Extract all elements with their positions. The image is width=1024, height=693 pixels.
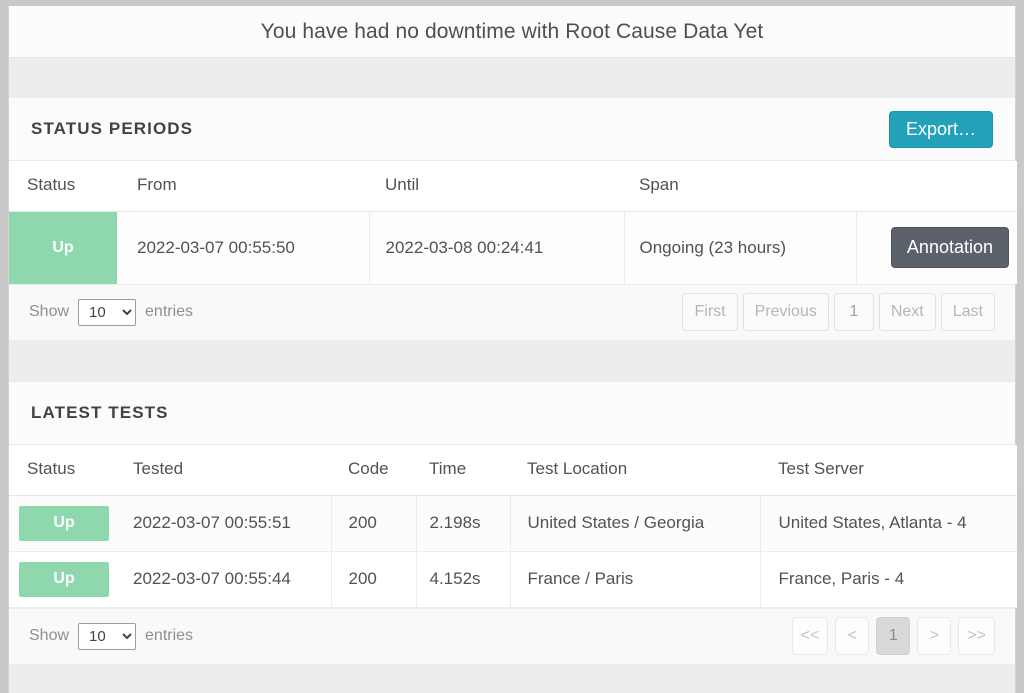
entries-per-page-select[interactable]: 1025 50100 bbox=[78, 298, 137, 326]
cell-actions: Annotation bbox=[856, 211, 1017, 284]
latest-tests-footer: Show 1025 50100 entries << < 1 > >> bbox=[9, 607, 1015, 664]
pagination-next[interactable]: Next bbox=[878, 293, 936, 331]
latest-tests-table: Status Tested Code Time Test Location Te… bbox=[9, 444, 1017, 608]
status-periods-header: STATUS PERIODS Export… bbox=[9, 98, 1015, 161]
pagination-page-1[interactable]: 1 bbox=[876, 617, 911, 655]
cell-code: 200 bbox=[331, 495, 417, 552]
latest-tests-show-entries: Show 1025 50100 entries bbox=[29, 622, 194, 650]
cell-time: 4.152s bbox=[416, 551, 511, 608]
cell-until: 2022-03-08 00:24:41 bbox=[369, 211, 625, 284]
status-periods-title: STATUS PERIODS bbox=[31, 119, 194, 138]
cell-status: Up bbox=[9, 495, 113, 552]
downtime-banner-message: You have had no downtime with Root Cause… bbox=[260, 19, 764, 43]
column-header-tested: Tested bbox=[113, 444, 331, 496]
pagination-last[interactable]: Last bbox=[940, 293, 995, 331]
cell-time: 2.198s bbox=[416, 495, 511, 552]
pagination-first-icon[interactable]: << bbox=[791, 617, 829, 655]
cell-from: 2022-03-07 00:55:50 bbox=[117, 211, 370, 284]
cell-tested: 2022-03-07 00:55:44 bbox=[113, 551, 332, 608]
pagination-next-icon[interactable]: > bbox=[917, 617, 952, 655]
status-periods-card: STATUS PERIODS Export… Status From Until… bbox=[9, 98, 1017, 340]
latest-tests-header: LATEST TESTS bbox=[9, 381, 1015, 445]
pagination-last-icon[interactable]: >> bbox=[958, 617, 995, 655]
status-badge: Up bbox=[19, 561, 109, 597]
column-header-time: Time bbox=[416, 444, 510, 496]
latest-tests-pagination: << < 1 > >> bbox=[785, 617, 995, 655]
cell-test-server: United States, Atlanta - 4 bbox=[760, 495, 1017, 552]
column-header-until: Until bbox=[369, 161, 624, 212]
status-badge: Up bbox=[9, 211, 117, 284]
cell-status: Up bbox=[9, 551, 113, 608]
column-header-span: Span bbox=[624, 161, 856, 212]
status-periods-show-entries: Show 1025 50100 entries bbox=[29, 298, 194, 326]
cell-tested: 2022-03-07 00:55:51 bbox=[113, 495, 332, 552]
cell-span: Ongoing (23 hours) bbox=[624, 211, 857, 284]
column-header-code: Code bbox=[331, 444, 416, 496]
status-periods-table: Status From Until Span Up 2022-03-07 00:… bbox=[9, 161, 1017, 284]
status-periods-table-head: Status From Until Span bbox=[9, 161, 1017, 212]
table-header-row: Status From Until Span bbox=[9, 161, 1017, 212]
column-header-test-location: Test Location bbox=[510, 444, 760, 496]
cell-test-location: France / Paris bbox=[510, 551, 761, 608]
table-header-row: Status Tested Code Time Test Location Te… bbox=[9, 444, 1017, 496]
status-periods-table-body: Up 2022-03-07 00:55:50 2022-03-08 00:24:… bbox=[9, 211, 1017, 284]
column-header-from: From bbox=[117, 161, 369, 212]
pagination-previous[interactable]: Previous bbox=[742, 293, 829, 331]
cell-code: 200 bbox=[331, 551, 417, 608]
pagination-previous-icon[interactable]: < bbox=[835, 617, 870, 655]
export-button[interactable]: Export… bbox=[888, 110, 993, 148]
table-row: Up 2022-03-07 00:55:44 200 4.152s France… bbox=[9, 551, 1017, 608]
downtime-banner: You have had no downtime with Root Cause… bbox=[9, 6, 1015, 58]
spacer-top bbox=[9, 58, 1015, 98]
entries-label: entries bbox=[145, 627, 194, 644]
latest-tests-table-body: Up 2022-03-07 00:55:51 200 2.198s United… bbox=[9, 495, 1017, 608]
status-periods-footer: Show 1025 50100 entries First Previous 1… bbox=[9, 283, 1015, 340]
pagination-first[interactable]: First bbox=[682, 293, 738, 331]
page-root: You have had no downtime with Root Cause… bbox=[0, 0, 1024, 693]
show-label: Show bbox=[29, 627, 70, 644]
pagination-page-1[interactable]: 1 bbox=[833, 293, 874, 331]
column-header-test-server: Test Server bbox=[760, 444, 1017, 496]
entries-per-page-select[interactable]: 1025 50100 bbox=[78, 622, 137, 650]
column-header-status: Status bbox=[9, 444, 113, 496]
status-badge: Up bbox=[19, 505, 109, 541]
content-frame: You have had no downtime with Root Cause… bbox=[8, 6, 1017, 693]
spacer-middle bbox=[9, 339, 1015, 382]
cell-test-server: France, Paris - 4 bbox=[760, 551, 1017, 608]
latest-tests-title: LATEST TESTS bbox=[31, 402, 169, 422]
column-header-actions bbox=[856, 161, 1017, 212]
status-periods-pagination: First Previous 1 Next Last bbox=[682, 293, 995, 331]
latest-tests-card: LATEST TESTS Status Tested Code Time Tes… bbox=[9, 381, 1017, 664]
column-header-status: Status bbox=[9, 161, 117, 212]
show-label: Show bbox=[29, 303, 70, 320]
table-row: Up 2022-03-07 00:55:51 200 2.198s United… bbox=[9, 495, 1017, 552]
cell-test-location: United States / Georgia bbox=[510, 495, 761, 552]
annotation-button[interactable]: Annotation bbox=[890, 227, 1009, 269]
table-row: Up 2022-03-07 00:55:50 2022-03-08 00:24:… bbox=[9, 211, 1017, 284]
latest-tests-table-head: Status Tested Code Time Test Location Te… bbox=[9, 444, 1017, 496]
entries-label: entries bbox=[145, 303, 194, 320]
